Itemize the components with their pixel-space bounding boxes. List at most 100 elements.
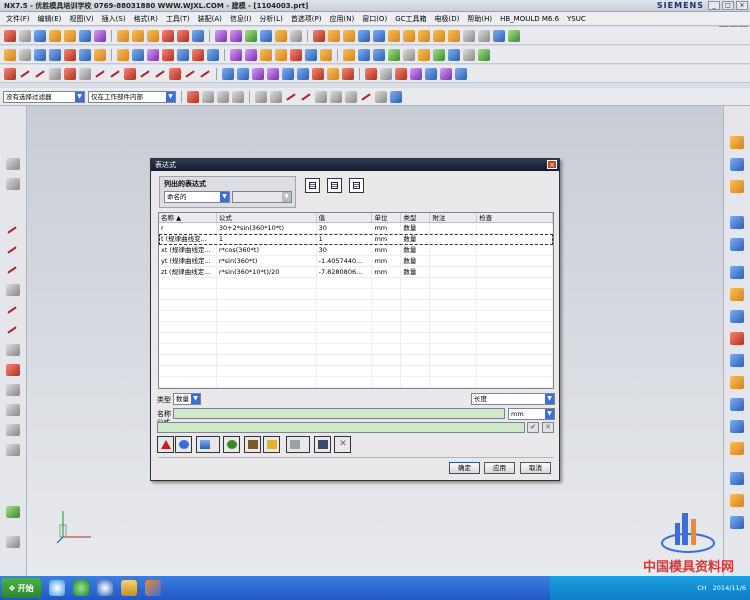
deviation-icon[interactable] bbox=[440, 67, 452, 80]
manufacturing-wizards-icon[interactable] bbox=[730, 354, 744, 367]
visualization-icon[interactable] bbox=[730, 420, 744, 433]
ysuc-icon[interactable] bbox=[730, 516, 744, 529]
file-explorer-icon[interactable] bbox=[121, 580, 137, 596]
arc-icon[interactable] bbox=[34, 68, 46, 80]
spreadsheet-edit-button[interactable] bbox=[305, 178, 320, 193]
listed-expressions-combo[interactable]: 命名的 ▼ bbox=[164, 191, 230, 203]
snap-line-icon[interactable] bbox=[285, 91, 297, 103]
menu-electrode[interactable]: 电极(D) bbox=[435, 14, 460, 24]
start-button[interactable]: ❖ 开始 bbox=[1, 578, 41, 598]
roles-icon[interactable] bbox=[6, 536, 20, 548]
undo-select-icon[interactable] bbox=[202, 90, 214, 103]
sketch-offset-icon[interactable] bbox=[6, 404, 20, 416]
ruled-icon[interactable] bbox=[237, 67, 249, 80]
slider-icon[interactable] bbox=[192, 48, 204, 61]
chevron-down-icon[interactable]: ▼ bbox=[75, 91, 84, 102]
name-input[interactable] bbox=[173, 408, 505, 419]
wireframe-icon[interactable] bbox=[478, 29, 490, 42]
datum-plane-icon[interactable] bbox=[19, 29, 31, 42]
view-manager-icon[interactable] bbox=[373, 48, 385, 61]
mould-wizard-icon[interactable] bbox=[34, 48, 46, 61]
runner-icon[interactable] bbox=[245, 48, 257, 61]
menu-file[interactable]: 文件(F) bbox=[6, 14, 30, 24]
sketch-trim-icon[interactable] bbox=[6, 424, 20, 436]
help-icon[interactable] bbox=[478, 48, 490, 61]
view-front-icon[interactable] bbox=[388, 29, 400, 42]
chevron-down-icon[interactable]: ▼ bbox=[545, 394, 554, 404]
swept-icon[interactable] bbox=[252, 67, 264, 80]
thickness-icon[interactable] bbox=[380, 67, 392, 80]
function-button[interactable] bbox=[157, 436, 174, 453]
column-header-type[interactable]: 类型 bbox=[401, 213, 431, 222]
menu-hb-mould[interactable]: HB_MOULD M6.6 bbox=[500, 15, 559, 23]
measure-distance-button[interactable] bbox=[196, 436, 220, 453]
patch-icon[interactable] bbox=[327, 67, 339, 80]
snap-center-icon[interactable] bbox=[330, 90, 342, 103]
boss-icon[interactable] bbox=[94, 29, 106, 42]
sketch-profile-icon[interactable] bbox=[6, 224, 20, 236]
sketch-icon[interactable] bbox=[4, 29, 16, 42]
snapshot-icon[interactable] bbox=[448, 48, 460, 61]
hb-mould-icon[interactable] bbox=[730, 494, 744, 507]
interference-icon[interactable] bbox=[455, 67, 467, 80]
sketch-fillet-icon[interactable] bbox=[6, 304, 20, 316]
listed-filter-combo[interactable]: ▼ bbox=[232, 191, 292, 203]
n-sided-icon[interactable] bbox=[282, 67, 294, 80]
open-file-button[interactable] bbox=[263, 436, 280, 453]
snap-intersection-icon[interactable] bbox=[375, 90, 387, 103]
close-button[interactable]: × bbox=[736, 1, 748, 10]
text-icon[interactable] bbox=[49, 67, 61, 80]
import-expressions-button[interactable] bbox=[327, 178, 342, 193]
electrode-wizard-icon[interactable] bbox=[275, 48, 287, 61]
minimize-button[interactable]: _ bbox=[708, 1, 720, 10]
sketch-spline-icon[interactable] bbox=[6, 364, 20, 376]
menu-gc-toolkit[interactable]: GC工具箱 bbox=[395, 14, 426, 24]
general-select-icon[interactable] bbox=[187, 90, 199, 103]
offset-curve-icon[interactable] bbox=[139, 68, 151, 80]
parting-icon[interactable] bbox=[132, 48, 144, 61]
bridge-curve-icon[interactable] bbox=[169, 67, 181, 80]
layer-icon[interactable] bbox=[493, 29, 505, 42]
edit-interpart-button[interactable] bbox=[314, 436, 331, 453]
table-row[interactable]: yt (规律曲线定... r*sin(360*t) -1.4057440... … bbox=[159, 256, 553, 267]
law-curve-icon[interactable] bbox=[124, 67, 136, 80]
reject-edit-button[interactable]: ✕ bbox=[542, 422, 554, 433]
mold-base-icon[interactable] bbox=[147, 48, 159, 61]
menu-preferences[interactable]: 首选项(P) bbox=[291, 14, 322, 24]
export-expressions-button[interactable] bbox=[349, 178, 364, 193]
ok-button[interactable]: 确定 bbox=[449, 462, 480, 474]
pocket-icon[interactable] bbox=[305, 48, 317, 61]
column-header-formula[interactable]: 公式 bbox=[217, 213, 317, 222]
browser-icon[interactable] bbox=[73, 580, 89, 596]
view-trimetric-icon[interactable] bbox=[448, 29, 460, 42]
new-part-icon[interactable] bbox=[19, 48, 31, 61]
column-header-check[interactable]: 检查 bbox=[477, 213, 553, 222]
reference-button[interactable] bbox=[223, 436, 240, 453]
process-studio-icon[interactable] bbox=[730, 332, 744, 345]
standard-part-icon[interactable] bbox=[162, 48, 174, 61]
media-player-icon[interactable] bbox=[97, 580, 113, 596]
maximize-button[interactable]: □ bbox=[722, 1, 734, 10]
pattern-icon[interactable] bbox=[260, 29, 272, 42]
delete-file-icon[interactable] bbox=[418, 48, 430, 61]
fillet-curve-icon[interactable] bbox=[64, 67, 76, 80]
accept-edit-button[interactable]: ✔ bbox=[527, 422, 539, 433]
subtract-icon[interactable] bbox=[132, 29, 144, 42]
mesh-icon[interactable] bbox=[267, 67, 279, 80]
view-zoom-icon[interactable] bbox=[343, 29, 355, 42]
hole-icon[interactable] bbox=[79, 29, 91, 42]
check-geometry-icon[interactable] bbox=[425, 67, 437, 80]
reuse-library-icon[interactable] bbox=[730, 216, 744, 229]
extrude-icon[interactable] bbox=[49, 29, 61, 42]
sew-icon[interactable] bbox=[312, 67, 324, 80]
ime-indicator[interactable]: CH bbox=[697, 584, 706, 592]
nx-app-icon[interactable] bbox=[145, 580, 161, 596]
chevron-down-icon[interactable]: ▼ bbox=[166, 91, 175, 102]
color-icon[interactable] bbox=[508, 29, 520, 42]
sketch-point-icon[interactable] bbox=[6, 384, 20, 396]
part-navigator-icon[interactable] bbox=[6, 178, 20, 190]
column-header-comment[interactable]: 附注 bbox=[430, 213, 478, 222]
constraint-navigator-icon[interactable] bbox=[730, 158, 744, 171]
polygon-icon[interactable] bbox=[79, 67, 91, 80]
web-browser-icon[interactable] bbox=[730, 266, 744, 279]
